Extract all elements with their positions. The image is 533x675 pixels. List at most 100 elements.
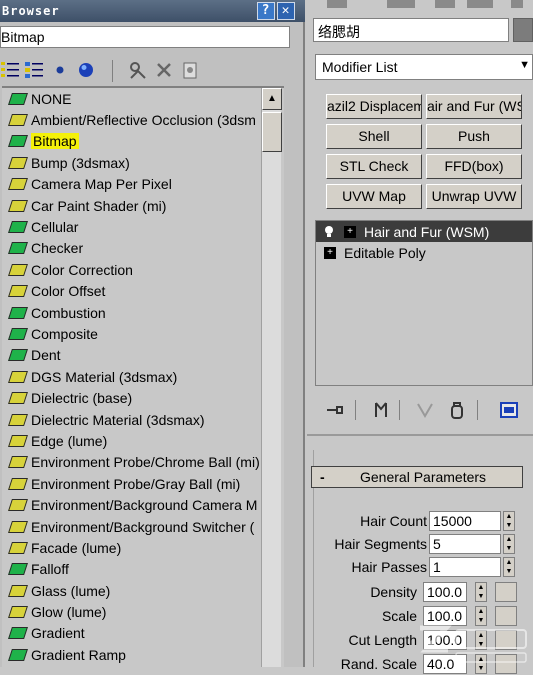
map-list-item-label: Checker: [31, 240, 84, 257]
density-input[interactable]: 100.0: [423, 582, 467, 602]
map-list-item[interactable]: Color Offset: [2, 281, 284, 302]
map-list-item[interactable]: Gradient Ramp: [2, 644, 284, 665]
map-list-item-label: Environment/Background Switcher (: [31, 518, 255, 535]
close-button[interactable]: ✕: [277, 2, 295, 20]
map-list-item[interactable]: Color Correction: [2, 259, 284, 280]
map-list-item-label: NONE: [31, 90, 72, 107]
map-type-icon: [8, 413, 28, 426]
modifier-button-stl-check[interactable]: STL Check: [326, 154, 422, 179]
map-list-item[interactable]: Edge (lume): [2, 430, 284, 451]
map-list-item[interactable]: Dent: [2, 345, 284, 366]
map-list-item-label: Gradient Ramp: [31, 646, 126, 663]
modifier-button-hair-and-fur[interactable]: air and Fur (WS: [426, 94, 522, 119]
map-list-item[interactable]: Environment Probe/Chrome Ball (mi): [2, 452, 284, 473]
help-button[interactable]: ?: [257, 2, 275, 20]
stack-separator: [355, 400, 356, 420]
map-list-item[interactable]: Falloff: [2, 559, 284, 580]
map-list-item[interactable]: Environment/Background Switcher (: [2, 516, 284, 537]
map-type-icon: [8, 648, 28, 661]
list-view-icon[interactable]: [0, 60, 20, 80]
modifier-button-push[interactable]: Push: [426, 124, 522, 149]
modifier-button-shell[interactable]: Shell: [326, 124, 422, 149]
map-list-scrollbar[interactable]: ▲: [261, 88, 282, 667]
map-list-item-label: Falloff: [31, 561, 69, 578]
lightbulb-icon[interactable]: [322, 225, 336, 239]
modifier-stack: + Hair and Fur (WSM) + Editable Poly: [315, 220, 533, 386]
map-list-item[interactable]: Checker: [2, 238, 284, 259]
large-icons-view-icon[interactable]: [76, 60, 96, 80]
clear-material-library-icon[interactable]: [180, 60, 200, 80]
hair-passes-input[interactable]: 1: [429, 557, 501, 577]
hair-count-input[interactable]: 15000: [429, 511, 501, 531]
delete-from-library-icon[interactable]: [154, 60, 174, 80]
map-list-item[interactable]: Combustion: [2, 302, 284, 323]
map-list-item[interactable]: Glass (lume): [2, 580, 284, 601]
spinner-arrows-icon[interactable]: ▲ ▼: [503, 557, 515, 577]
object-color-swatch[interactable]: [513, 18, 533, 42]
map-type-icon: [8, 306, 28, 319]
map-list-item-label: Dielectric (base): [31, 390, 133, 407]
param-label: Hair Segments: [334, 536, 427, 552]
map-list-item[interactable]: Camera Map Per Pixel: [2, 174, 284, 195]
map-list-item[interactable]: Facade (lume): [2, 537, 284, 558]
param-label: Density: [370, 584, 417, 600]
map-list-item[interactable]: NONE: [2, 88, 284, 109]
map-list-item[interactable]: Gradient: [2, 623, 284, 644]
browser-toolbar: [0, 56, 305, 86]
map-type-icon: [8, 156, 28, 169]
modifier-button-unwrap-uvw[interactable]: Unwrap UVW: [426, 184, 522, 209]
stack-item-hair-and-fur[interactable]: + Hair and Fur (WSM): [316, 221, 532, 242]
scroll-thumb[interactable]: [262, 112, 282, 152]
map-list-item[interactable]: Environment/Background Camera M: [2, 494, 284, 515]
map-type-icon: [8, 242, 28, 255]
map-list-item[interactable]: Dielectric (base): [2, 387, 284, 408]
make-unique-icon[interactable]: [415, 400, 435, 420]
site-watermark-logo: [420, 625, 527, 663]
density-map-button[interactable]: [495, 582, 517, 602]
spinner-arrows-icon[interactable]: ▲ ▼: [475, 582, 487, 602]
modifier-button-ffd-box[interactable]: FFD(box): [426, 154, 522, 179]
show-end-result-icon[interactable]: [371, 400, 391, 420]
param-label: Hair Passes: [351, 559, 427, 575]
object-name-field[interactable]: 络腮胡: [313, 18, 509, 42]
map-list-item-label: Environment Probe/Chrome Ball (mi): [31, 454, 260, 471]
browser-path-field[interactable]: Bitmap: [0, 26, 290, 48]
map-list-item[interactable]: Bump (3dsmax): [2, 152, 284, 173]
modifier-button-uvw-map[interactable]: UVW Map: [326, 184, 422, 209]
general-parameters-header[interactable]: - General Parameters: [311, 466, 523, 488]
map-type-icon: [8, 178, 28, 191]
map-list-item[interactable]: Glow (lume): [2, 601, 284, 622]
map-list-item[interactable]: Ambient/Reflective Occlusion (3dsm: [2, 109, 284, 130]
hair-segments-input[interactable]: 5: [429, 534, 501, 554]
map-list-item[interactable]: Environment Probe/Gray Ball (mi): [2, 473, 284, 494]
modifier-list-dropdown[interactable]: Modifier List ▼: [315, 54, 533, 80]
spinner-arrows-icon[interactable]: ▲ ▼: [503, 511, 515, 531]
configure-modifier-sets-icon[interactable]: [499, 400, 519, 420]
map-type-icon: [8, 627, 28, 640]
stack-item-editable-poly[interactable]: + Editable Poly: [316, 242, 532, 263]
map-list-item[interactable]: Bitmap: [2, 131, 284, 152]
scroll-up-arrow-icon[interactable]: ▲: [262, 88, 282, 110]
map-type-icon: [8, 263, 28, 276]
map-type-icon: [8, 349, 28, 362]
map-list[interactable]: NONE Ambient/Reflective Occlusion (3dsm Bi…: [2, 86, 284, 667]
small-icons-view-icon[interactable]: [50, 60, 70, 80]
map-list-item[interactable]: Composite: [2, 323, 284, 344]
map-list-item-label: DGS Material (3dsmax): [31, 368, 178, 385]
modify-panel: 络腮胡 Modifier List ▼ azil2 Displacem air …: [307, 0, 533, 674]
map-list-item[interactable]: Dielectric Material (3dsmax): [2, 409, 284, 430]
map-list-item[interactable]: DGS Material (3dsmax): [2, 366, 284, 387]
spinner-arrows-icon[interactable]: ▲ ▼: [503, 534, 515, 554]
expand-plus-icon[interactable]: +: [324, 246, 336, 259]
list-icons-view-icon[interactable]: [24, 60, 44, 80]
pin-stack-icon[interactable]: [325, 400, 345, 420]
expand-plus-icon[interactable]: +: [344, 225, 356, 238]
update-scene-materials-icon[interactable]: [128, 60, 148, 80]
map-list-item[interactable]: Car Paint Shader (mi): [2, 195, 284, 216]
rollout-title: General Parameters: [360, 469, 487, 485]
modifier-button-mentalray-displacement[interactable]: azil2 Displacem: [326, 94, 422, 119]
map-list-item[interactable]: Cellular: [2, 216, 284, 237]
command-panel-tabs: [327, 0, 523, 8]
param-hair-passes: Hair Passes 1 ▲ ▼: [307, 556, 533, 578]
remove-modifier-icon[interactable]: [447, 400, 467, 420]
